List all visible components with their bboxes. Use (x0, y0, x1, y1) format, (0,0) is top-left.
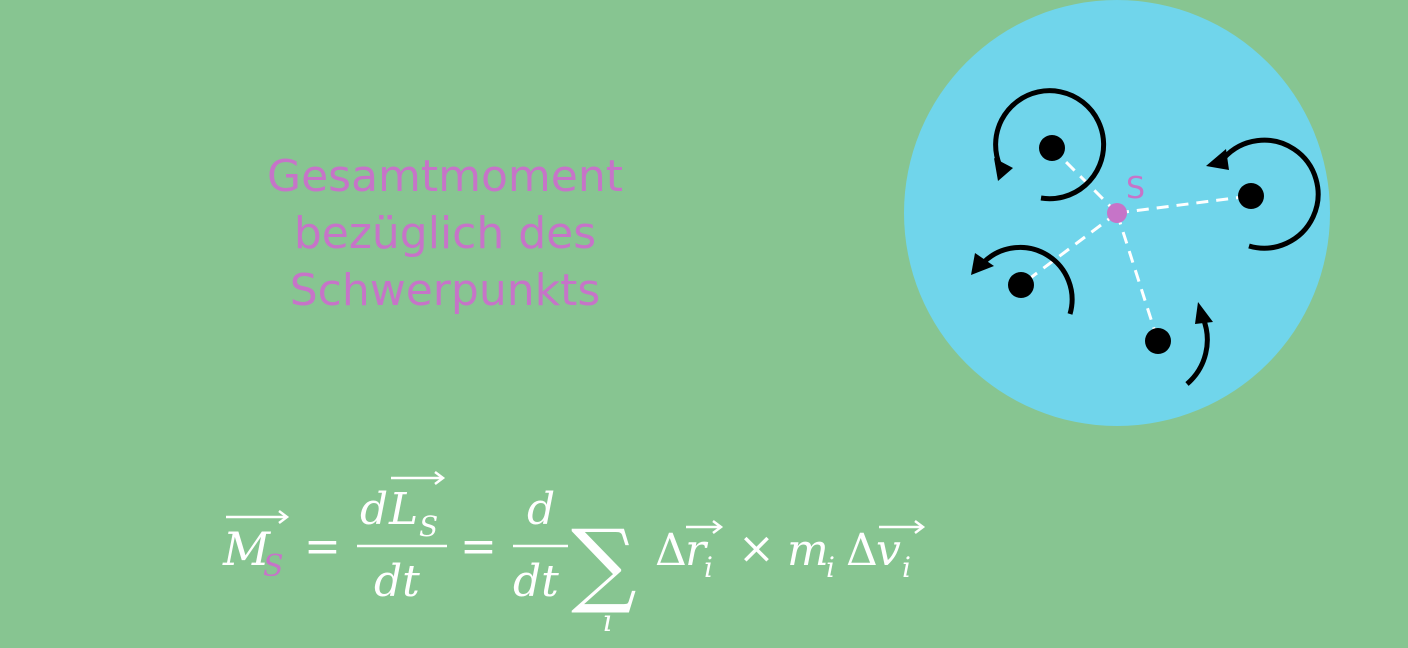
angular-momentum-vector-arrow (391, 471, 446, 485)
mass-symbol: m (787, 525, 829, 576)
equals-sign-2: = (460, 521, 497, 572)
velocity-symbol: v (876, 525, 901, 576)
equals-sign-1: = (304, 521, 341, 572)
sum-symbol: ∑ (571, 510, 637, 617)
torque-subscript: S (263, 549, 284, 584)
delta-v-delta: Δ (846, 525, 878, 576)
fraction-2-numerator: d (527, 484, 555, 535)
angular-momentum-subscript: S (419, 510, 438, 543)
torque-formula: M S = d L S dt = d dt ∑ i Δ r i × m i Δ … (222, 471, 926, 639)
angular-momentum-symbol: L (388, 484, 418, 535)
fraction-2-denominator: dt (513, 556, 559, 607)
sum-index: i (603, 604, 613, 639)
position-subscript: i (704, 551, 713, 584)
cross-product-sign: × (738, 523, 775, 574)
delta-r-delta: Δ (655, 525, 687, 576)
fraction-1-denominator: dt (374, 556, 420, 607)
slide: Gesamtmoment bezüglich des Schwerpunkts (0, 0, 1408, 648)
mass-subscript: i (826, 551, 835, 584)
velocity-subscript: i (902, 551, 911, 584)
fraction-1-d: d (360, 484, 388, 535)
